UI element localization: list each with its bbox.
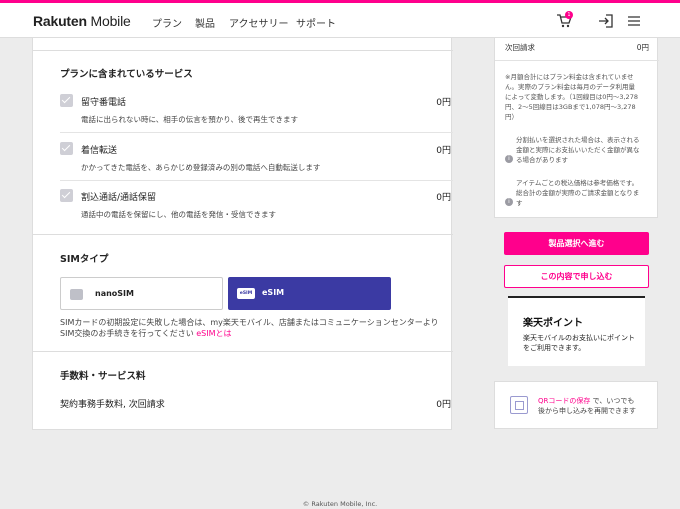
voicemail-price: 0円 (436, 98, 451, 108)
nav-products[interactable]: 製品 (195, 15, 215, 30)
cart-count-badge: 1 (565, 11, 573, 19)
plan-services-title: プランに含まれているサービス (60, 69, 193, 80)
next-bill-value: 0円 (636, 43, 649, 52)
tax-price-note: アイテムごとの税込価格は参考価格です。 総合計の金額が実際のご請求金額となりま … (516, 179, 640, 207)
call-forwarding-description: かかってきた電話を、あらかじめ登録済みの別の電話へ自動転送します (81, 163, 321, 172)
call-forwarding-label: 着信転送 (81, 146, 118, 156)
sim-type-title: SIMタイプ (60, 254, 109, 265)
divider (508, 296, 645, 298)
call-forwarding-price: 0円 (436, 146, 451, 156)
nav-accessories[interactable]: アクセサリー (229, 15, 289, 30)
call-waiting-checkbox[interactable] (60, 189, 73, 202)
proceed-to-product-selection-button[interactable]: 製品選択へ進む (504, 232, 649, 255)
rakuten-points-card: 楽天ポイント 楽天モバイルのお支払いにポイント をご利用できます。 (508, 296, 645, 366)
sim-note-line2: SIM交換のお手続きを行ってください eSIMとは (60, 329, 232, 338)
hamburger-menu-icon[interactable] (628, 15, 640, 27)
next-bill-label: 次回請求 (505, 43, 535, 52)
installment-note: 分割払いを選択された場合は、表示される 金額と実際にお支払いいただく金額が異な … (516, 136, 640, 164)
call-waiting-price: 0円 (436, 193, 451, 203)
rakuten-points-description: 楽天モバイルのお支払いにポイント をご利用できます。 (523, 334, 635, 352)
info-icon: i (505, 198, 513, 206)
sim-card-icon (70, 289, 83, 300)
site-header: Rakuten Mobile プラン 製品 アクセサリー サポート 1 (0, 3, 680, 38)
qr-code-icon (510, 396, 528, 414)
call-forwarding-checkbox[interactable] (60, 142, 73, 155)
nav-support[interactable]: サポート (296, 15, 336, 30)
nav-plan[interactable]: プラン (152, 15, 182, 30)
voicemail-label: 留守番電話 (81, 98, 127, 108)
rakuten-points-title: 楽天ポイント (523, 318, 583, 329)
qr-save-text: QRコードの保存 で、いつでも 後から申し込みを再開できます (538, 397, 636, 415)
esim-icon: eSIM (237, 288, 255, 299)
voicemail-description: 電話に出られない時に、相手の伝言を預かり、後で再生できます (81, 115, 298, 124)
apply-with-this-content-button[interactable]: この内容で申し込む (504, 265, 649, 288)
divider (60, 132, 453, 133)
voicemail-checkbox[interactable] (60, 94, 73, 107)
esim-info-link[interactable]: eSIMとは (196, 329, 231, 338)
sim-note-line1: SIMカードの初期設定に失敗した場合は、my楽天モバイル、店舗またはコミュニケー… (60, 318, 439, 327)
qr-save-card: QRコードの保存 で、いつでも 後から申し込みを再開できます (494, 381, 658, 429)
order-summary-card: 次回請求 0円 ※月額合計にはプラン料金は含まれていませ ん。実際のプラン料金は… (494, 38, 659, 218)
divider (33, 50, 453, 51)
call-waiting-description: 通話中の電話を保留にし、他の電話を発信・受信できます (81, 210, 276, 219)
call-waiting-label: 割込通話/通話保留 (81, 193, 157, 203)
nanosim-label: nanoSIM (95, 289, 134, 298)
divider (33, 351, 453, 352)
divider (495, 60, 659, 61)
info-icon: i (505, 155, 513, 163)
divider (60, 180, 453, 181)
order-details-card: プランに含まれているサービス 留守番電話 0円 電話に出られない時に、相手の伝言… (32, 38, 453, 430)
esim-option[interactable]: eSIM eSIM (228, 277, 391, 310)
nanosim-option[interactable]: nanoSIM (60, 277, 223, 310)
fees-title: 手数料・サービス料 (60, 371, 146, 382)
esim-label: eSIM (262, 288, 285, 297)
qr-save-link[interactable]: QRコードの保存 (538, 397, 590, 405)
plan-fee-note: ※月額合計にはプラン料金は含まれていませ ん。実際のプラン料金は毎月のデータ利用… (505, 73, 638, 121)
fee-item-label: 契約事務手数料, 次回請求 (60, 400, 165, 410)
login-icon[interactable] (598, 13, 614, 29)
rakuten-mobile-logo[interactable]: Rakuten Mobile (33, 13, 131, 29)
footer-copyright: © Rakuten Mobile, Inc. (302, 500, 378, 508)
fee-item-price: 0円 (436, 400, 451, 410)
divider (33, 234, 453, 235)
